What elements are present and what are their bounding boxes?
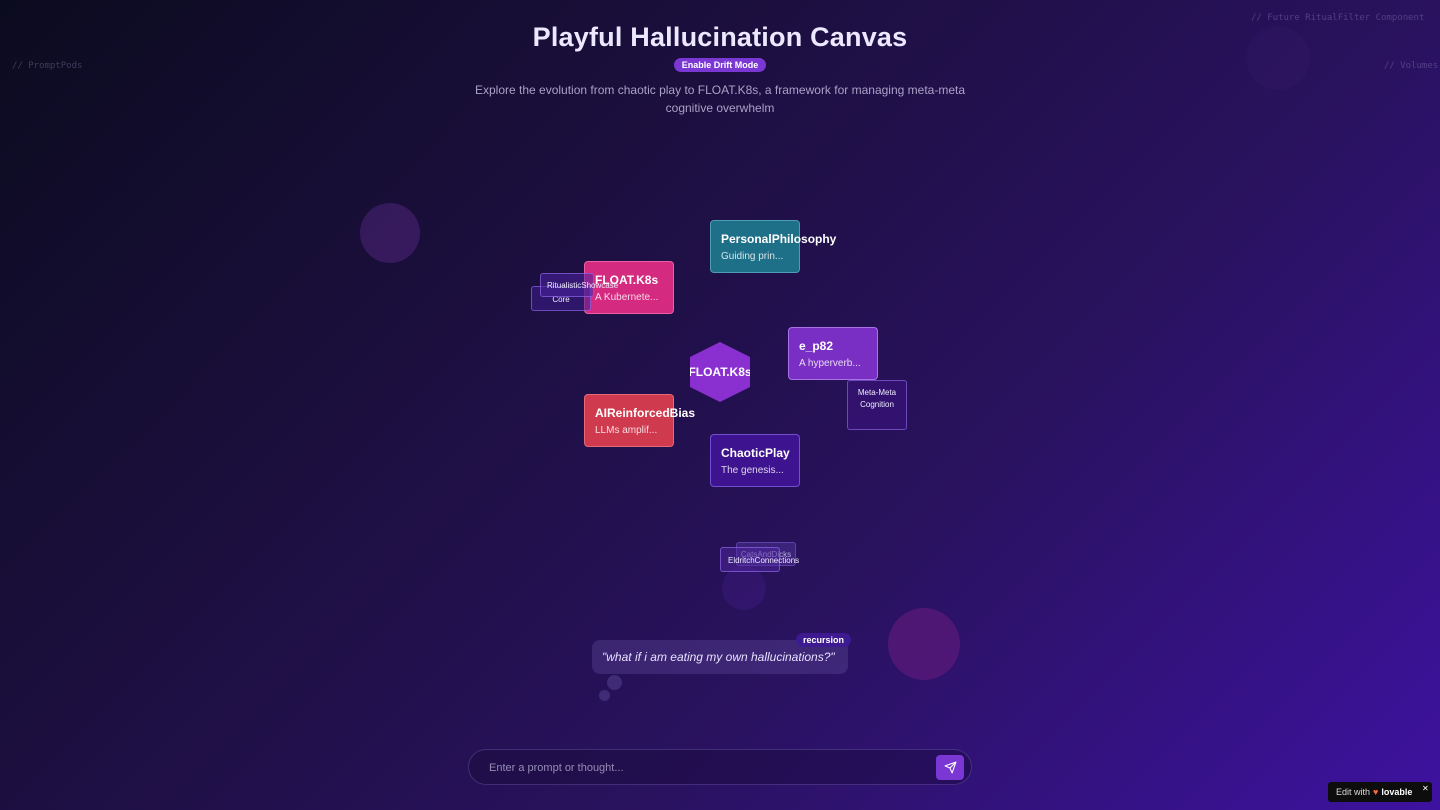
node-chaotic-play[interactable]: ChaoticPlay The genesis... — [710, 434, 800, 487]
node-ai-reinforced-bias[interactable]: AIReinforcedBias LLMs amplif... — [584, 394, 696, 447]
thought-text: "what if i am eating my own hallucinatio… — [602, 650, 835, 664]
send-icon — [944, 761, 956, 774]
node-title: e_p82 — [799, 339, 834, 353]
node-title: AIReinforcedBias — [595, 406, 696, 420]
prompt-input[interactable] — [489, 758, 929, 778]
page-subtitle: Explore the evolution from chaotic play … — [475, 83, 965, 115]
thought-dot — [599, 690, 610, 701]
bg-bubble — [360, 203, 420, 263]
bg-bubble — [722, 566, 766, 610]
tag-eldritch-connections[interactable]: EldritchConnections — [720, 547, 799, 572]
tag-ritualistic-showcase[interactable]: RitualisticShowcase — [540, 273, 618, 297]
page-title: Playful Hallucination Canvas — [532, 22, 908, 52]
edit-with-lovable-badge[interactable]: Edit with ♥ lovable — [1328, 782, 1432, 802]
node-desc: A hyperverb... — [799, 358, 861, 369]
node-e-p82[interactable]: e_p82 A hyperverb... — [788, 327, 878, 380]
send-button[interactable] — [936, 755, 964, 780]
center-hex-float-k8s[interactable]: FLOAT.K8s — [690, 342, 750, 402]
hex-label: FLOAT.K8s — [688, 365, 752, 379]
node-desc: Guiding prin... — [721, 251, 784, 262]
node-desc: A Kubernete... — [595, 292, 659, 303]
lovable-heart-icon: ♥ — [1373, 787, 1379, 797]
node-title: ChaoticPlay — [721, 446, 790, 460]
recursion-badge: recursion — [796, 633, 852, 647]
lovable-brand: lovable — [1381, 787, 1413, 797]
tag-label: RitualisticShowcase — [547, 281, 619, 290]
tag-label: EldritchConnections — [728, 556, 800, 565]
node-title: PersonalPhilosophy — [721, 232, 837, 246]
node-desc: LLMs amplif... — [595, 425, 658, 436]
edit-prefix: Edit with — [1336, 787, 1371, 797]
prompt-bar — [468, 749, 972, 785]
thought-dot — [607, 675, 622, 690]
node-personal-philosophy[interactable]: PersonalPhilosophy Guiding prin... — [710, 220, 837, 273]
header: Playful Hallucination Canvas Enable Drif… — [0, 22, 1440, 117]
bg-bubble — [888, 608, 960, 680]
close-icon[interactable]: ✕ — [1422, 784, 1429, 793]
drift-mode-button[interactable]: Enable Drift Mode — [673, 58, 767, 72]
node-desc: The genesis... — [721, 465, 784, 476]
tag-label: Meta-Meta Cognition — [857, 388, 897, 409]
tag-meta-meta-cognition[interactable]: Meta-Meta Cognition — [847, 380, 907, 430]
